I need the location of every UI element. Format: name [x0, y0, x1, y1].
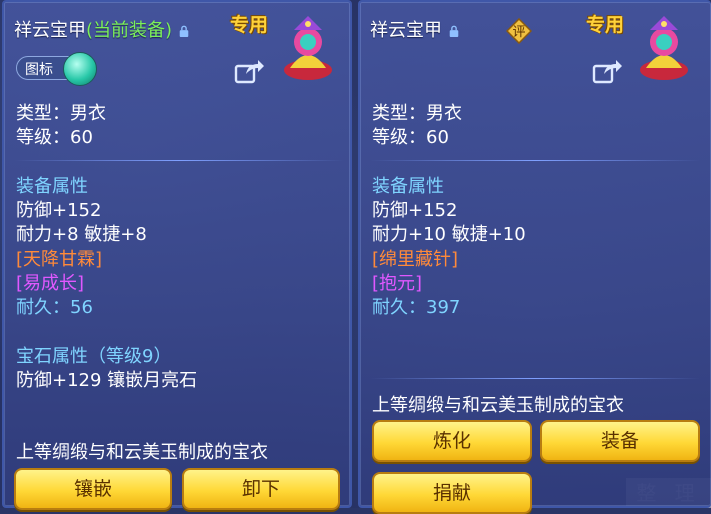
- item-title: 祥云宝甲(当前装备): [14, 16, 190, 42]
- exclusive-badge: 专用: [230, 14, 269, 36]
- durability: 耐久：397: [372, 293, 460, 319]
- share-icon[interactable]: [234, 58, 264, 84]
- special-effect: [绵里藏针]: [372, 249, 459, 270]
- icon-toggle[interactable]: 图标: [16, 52, 97, 86]
- defense-line: 防御+152: [16, 200, 102, 221]
- stats-line: 耐力+10 敏捷+10: [372, 224, 526, 245]
- share-icon[interactable]: [592, 58, 622, 84]
- unequip-button[interactable]: 卸下: [182, 468, 340, 510]
- durability-label: 耐久：: [16, 297, 70, 318]
- type-line: 类型：男衣: [16, 103, 106, 124]
- gem-line: 防御+129 镶嵌月亮石: [16, 370, 198, 391]
- divider: [370, 378, 700, 379]
- defense-line: 防御+152: [372, 200, 458, 221]
- equip-button[interactable]: 装备: [540, 420, 700, 462]
- special-effect: [天降甘霖]: [16, 249, 103, 270]
- special-skill: [抱元]: [372, 273, 423, 294]
- divider: [14, 160, 344, 161]
- equipped-item-panel: 祥云宝甲(当前装备) 专用 图标 类型：男衣 等级：60 装备属性 防御+152…: [2, 0, 352, 510]
- rating-label: 评: [512, 25, 525, 40]
- item-name: 祥云宝甲: [370, 20, 442, 41]
- attr-header: 装备属性: [16, 176, 88, 197]
- lock-icon: [179, 25, 189, 37]
- durability-value: 397: [426, 297, 461, 318]
- item-description: 上等绸缎与和云美玉制成的宝衣: [372, 395, 624, 416]
- exclusive-badge: 专用: [586, 14, 625, 36]
- current-equip-label: (当前装备): [86, 20, 173, 41]
- gem-header: 宝石属性（等级9）: [16, 346, 172, 367]
- inlay-button[interactable]: 镶嵌: [14, 468, 172, 510]
- level-line: 等级：60: [16, 127, 93, 148]
- item-name: 祥云宝甲: [14, 20, 86, 41]
- divider: [370, 160, 700, 161]
- character-avatar: [284, 16, 332, 80]
- durability: 耐久：56: [16, 293, 93, 319]
- stats-line: 耐力+8 敏捷+8: [16, 224, 147, 245]
- type-line: 类型：男衣: [372, 103, 462, 124]
- toggle-label: 图标: [25, 62, 53, 78]
- character-avatar: [640, 16, 688, 80]
- level-line: 等级：60: [372, 127, 449, 148]
- attr-header: 装备属性: [372, 176, 444, 197]
- special-skill: [易成长]: [16, 273, 85, 294]
- compare-item-panel: 祥云宝甲 评 专用 类型：男衣 等级：60 装备属性 防御+152 耐力+10 …: [358, 0, 711, 514]
- item-description: 上等绸缎与和云美玉制成的宝衣: [16, 442, 268, 463]
- toggle-knob[interactable]: [63, 52, 97, 86]
- rating-icon[interactable]: 评: [506, 18, 532, 44]
- lock-icon: [449, 25, 459, 37]
- durability-value: 56: [70, 297, 93, 318]
- durability-label: 耐久：: [372, 297, 426, 318]
- refine-button[interactable]: 炼化: [372, 420, 532, 462]
- item-title: 祥云宝甲: [370, 16, 460, 42]
